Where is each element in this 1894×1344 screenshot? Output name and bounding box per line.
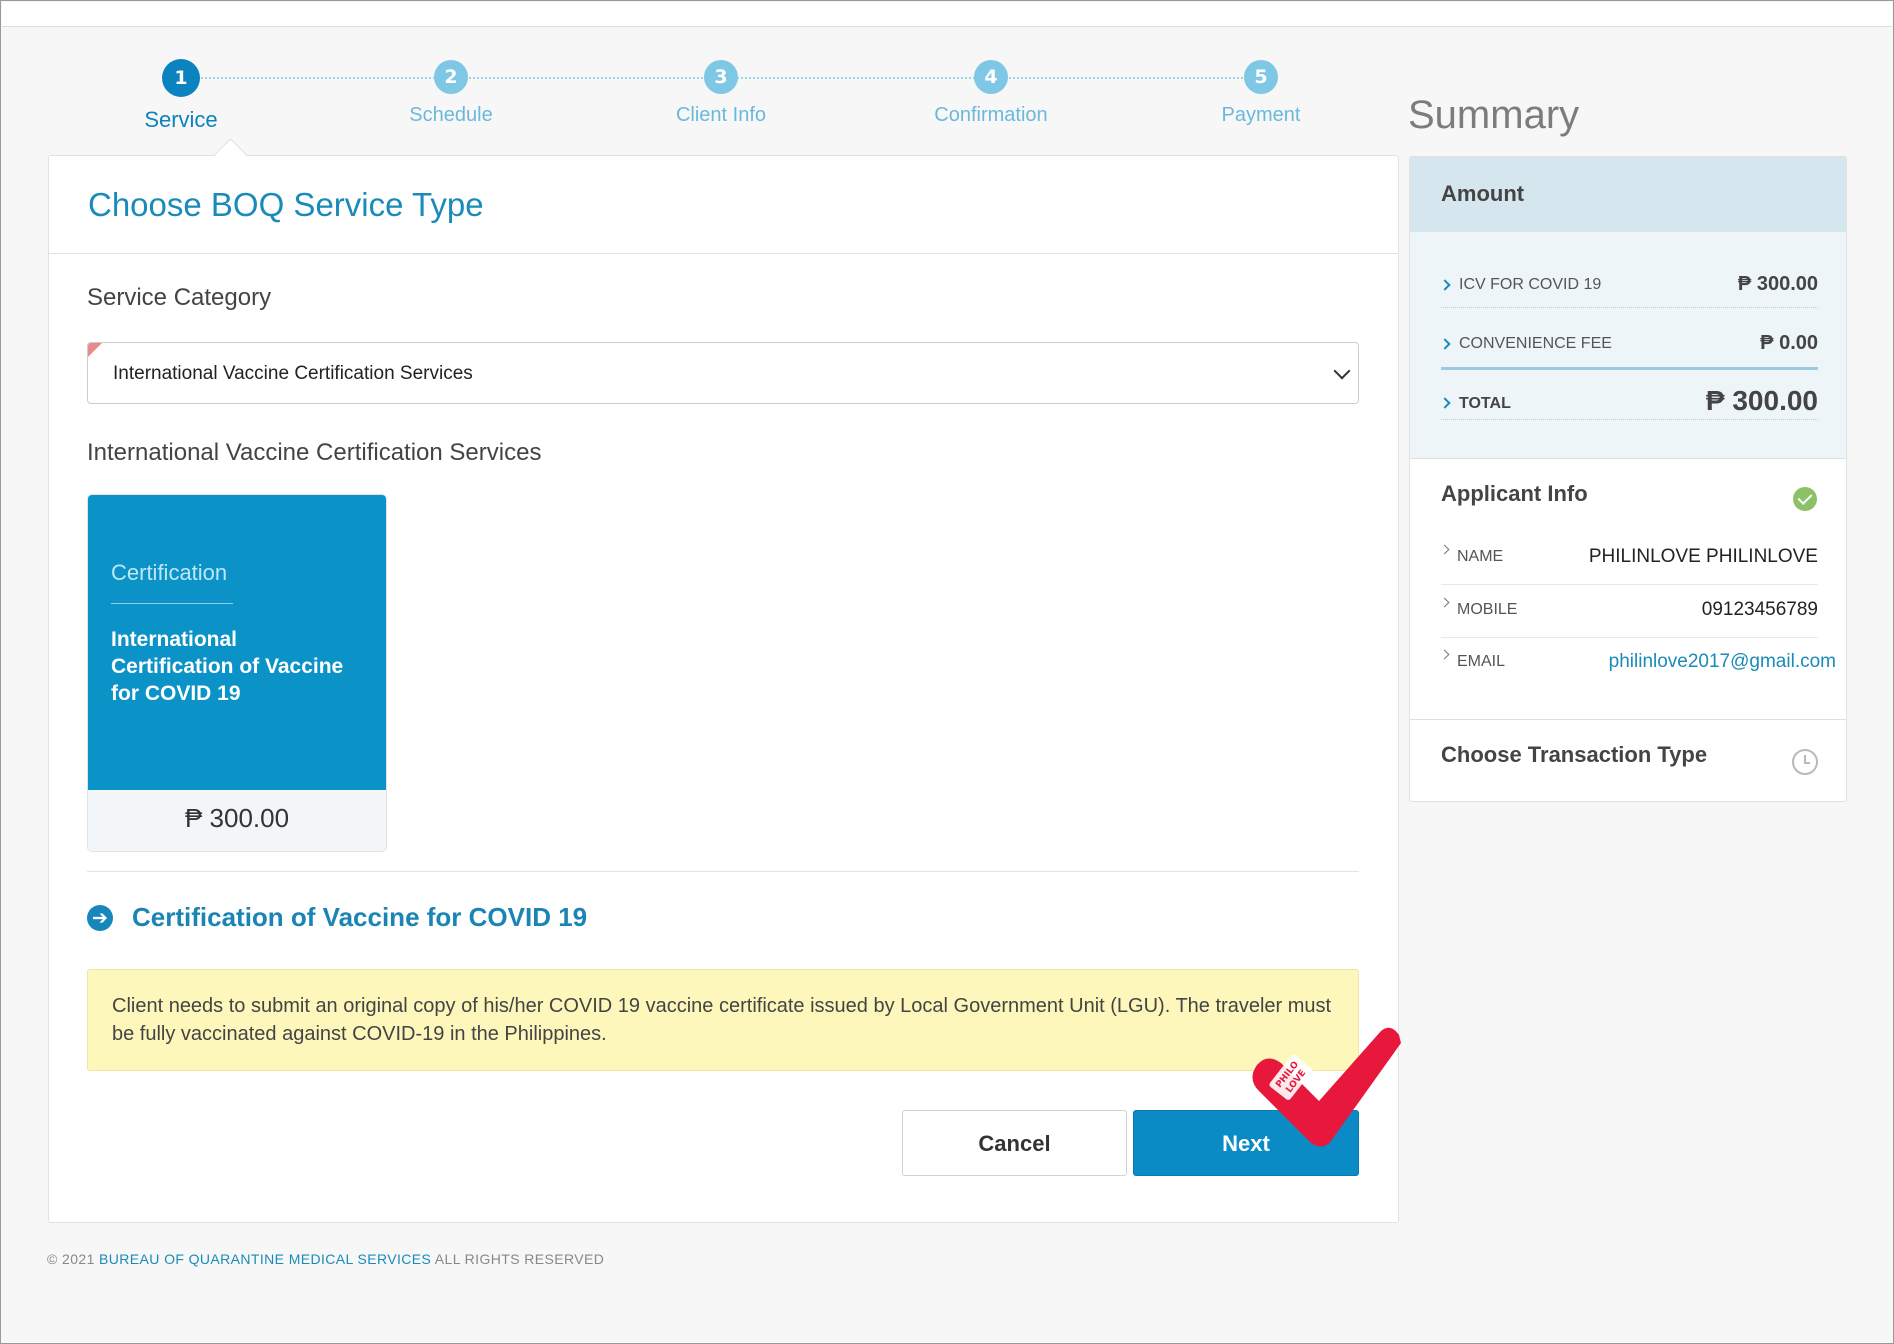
step-label: Service bbox=[144, 107, 218, 132]
services-heading: International Vaccine Certification Serv… bbox=[87, 439, 542, 466]
summary-panel: Amount ICV FOR COVID 19 ₱ 300.00 CONVENI… bbox=[1409, 156, 1847, 802]
step-confirmation[interactable]: 4 Confirmation bbox=[891, 59, 1091, 127]
top-bar bbox=[2, 2, 1892, 27]
applicant-mobile-row: MOBILE 09123456789 bbox=[1439, 585, 1818, 638]
page-title: Choose BOQ Service Type bbox=[88, 186, 484, 223]
applicant-info-heading: Applicant Info bbox=[1441, 481, 1588, 506]
info-value: 09123456789 bbox=[1701, 599, 1818, 620]
step-number: 4 bbox=[974, 60, 1008, 94]
footer-rights: ALL RIGHTS RESERVED bbox=[434, 1251, 605, 1267]
step-number: 5 bbox=[1244, 60, 1278, 94]
total-label: TOTAL bbox=[1459, 395, 1511, 412]
step-number: 2 bbox=[434, 60, 468, 94]
arrow-right-circle-icon: ➔ bbox=[87, 905, 113, 931]
service-name: International Certification of Vaccine f… bbox=[111, 628, 344, 705]
amount-row-value: ₱ 300.00 bbox=[1737, 273, 1818, 295]
footer-copyright: © 2021 bbox=[47, 1251, 95, 1267]
chevron-right-icon bbox=[1439, 597, 1450, 608]
check-circle-icon bbox=[1793, 487, 1817, 511]
applicant-name-row: NAME PHILINLOVE PHILINLOVE bbox=[1439, 532, 1818, 585]
amount-row-label: ICV FOR COVID 19 bbox=[1459, 276, 1602, 293]
amount-heading: Amount bbox=[1441, 181, 1525, 206]
summary-title: Summary bbox=[1408, 93, 1580, 137]
step-label: Client Info bbox=[675, 104, 767, 126]
progress-stepper: 1 Service 2 Schedule 3 Client Info 4 Con… bbox=[81, 59, 1351, 149]
chevron-right-icon bbox=[1439, 544, 1450, 555]
step-label: Payment bbox=[1221, 104, 1301, 126]
service-detail-title: Certification of Vaccine for COVID 19 bbox=[132, 902, 588, 932]
amount-header: Amount bbox=[1410, 157, 1846, 233]
divider bbox=[111, 603, 233, 604]
footer-org-link[interactable]: BUREAU OF QUARANTINE MEDICAL SERVICES bbox=[99, 1251, 431, 1267]
step-number: 3 bbox=[704, 60, 738, 94]
app-frame: 1 Service 2 Schedule 3 Client Info 4 Con… bbox=[0, 0, 1894, 1344]
chevron-right-icon bbox=[1439, 279, 1451, 291]
amount-body: ICV FOR COVID 19 ₱ 300.00 CONVENIENCE FE… bbox=[1410, 232, 1846, 459]
service-card-body: Certification International Certificatio… bbox=[88, 495, 386, 790]
amount-row-icv: ICV FOR COVID 19 ₱ 300.00 bbox=[1439, 267, 1818, 308]
step-payment[interactable]: 5 Payment bbox=[1161, 59, 1361, 127]
step-number: 1 bbox=[162, 59, 200, 97]
service-category-tag: Certification bbox=[111, 560, 228, 585]
select-value: International Vaccine Certification Serv… bbox=[113, 363, 473, 384]
total-separator bbox=[1441, 367, 1818, 370]
step-service[interactable]: 1 Service bbox=[81, 59, 281, 133]
divider bbox=[1410, 719, 1846, 720]
amount-row-fee: CONVENIENCE FEE ₱ 0.00 bbox=[1439, 326, 1818, 366]
amount-row-total: TOTAL ₱ 300.00 bbox=[1439, 379, 1818, 420]
clock-icon bbox=[1792, 749, 1818, 775]
footer: © 2021 BUREAU OF QUARANTINE MEDICAL SERV… bbox=[47, 1251, 604, 1267]
applicant-email-row: EMAIL philinlove2017@gmail.com bbox=[1439, 637, 1836, 689]
service-category-select[interactable]: International Vaccine Certification Serv… bbox=[87, 342, 1359, 404]
info-label: EMAIL bbox=[1457, 653, 1506, 670]
cancel-button[interactable]: Cancel bbox=[902, 1110, 1127, 1176]
service-category-label: Service Category bbox=[87, 284, 272, 311]
step-client-info[interactable]: 3 Client Info bbox=[621, 59, 821, 127]
transaction-type-heading[interactable]: Choose Transaction Type bbox=[1441, 742, 1707, 768]
notice-text: Client needs to submit an original copy … bbox=[112, 995, 1332, 1045]
chevron-down-icon bbox=[1333, 362, 1351, 380]
info-label: NAME bbox=[1457, 548, 1504, 565]
chevron-right-icon bbox=[1439, 397, 1451, 409]
requirement-notice: Client needs to submit an original copy … bbox=[87, 969, 1359, 1071]
card-header: Choose BOQ Service Type bbox=[49, 156, 1398, 254]
philo-love-check-logo: PHILO LOVE bbox=[1252, 1027, 1401, 1147]
service-price-bar: ₱ 300.00 bbox=[88, 790, 386, 851]
info-label: MOBILE bbox=[1457, 601, 1518, 618]
amount-row-label: CONVENIENCE FEE bbox=[1459, 335, 1612, 352]
divider bbox=[87, 871, 1359, 872]
required-marker bbox=[88, 343, 102, 357]
step-label: Schedule bbox=[409, 104, 493, 126]
step-label: Confirmation bbox=[934, 104, 1048, 126]
total-value: ₱ 300.00 bbox=[1705, 385, 1818, 416]
amount-row-value: ₱ 0.00 bbox=[1760, 332, 1818, 354]
service-price: ₱ 300.00 bbox=[184, 803, 290, 833]
service-option-card[interactable]: Certification International Certificatio… bbox=[87, 494, 387, 852]
step-schedule[interactable]: 2 Schedule bbox=[351, 59, 551, 127]
chevron-right-icon bbox=[1439, 338, 1451, 350]
chevron-right-icon bbox=[1439, 649, 1450, 660]
info-value: PHILINLOVE PHILINLOVE bbox=[1588, 546, 1818, 567]
service-card-panel: Choose BOQ Service Type Service Category… bbox=[48, 138, 1399, 1223]
email-link[interactable]: philinlove2017@gmail.com bbox=[1609, 651, 1836, 673]
